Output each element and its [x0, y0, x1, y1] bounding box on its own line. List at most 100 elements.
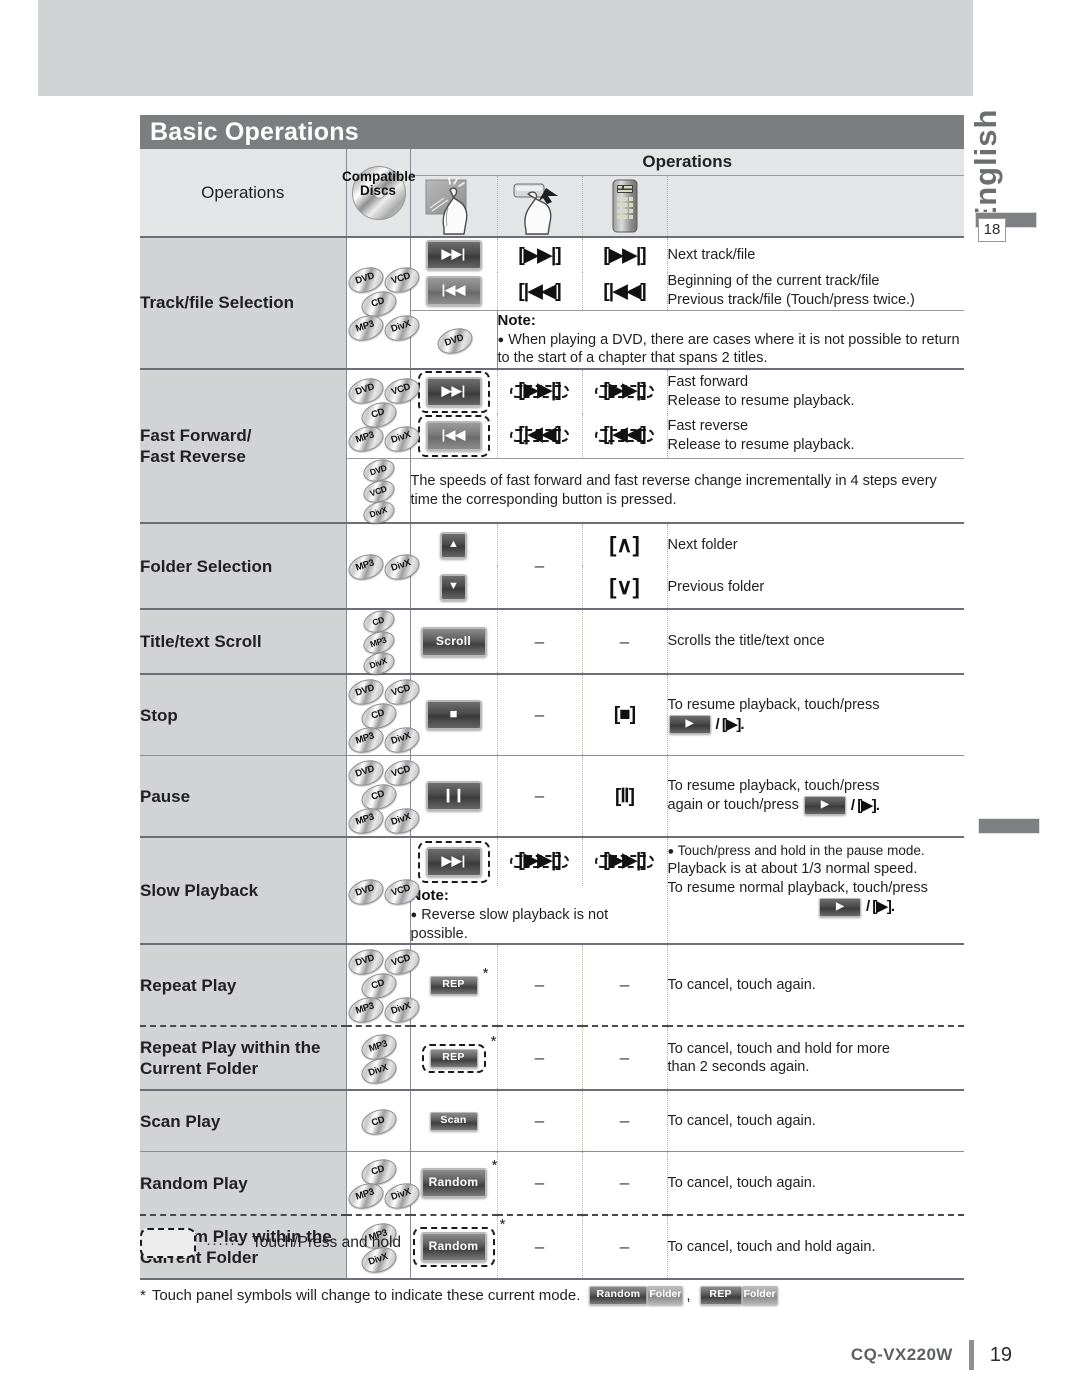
hold-indicator-sample: [140, 1228, 196, 1258]
slow-playback-button[interactable]: ▶▶|: [425, 847, 482, 878]
remote-repeat-folder-cell: –: [581, 1026, 667, 1091]
touch-next-track-cell[interactable]: ▶▶|: [409, 237, 497, 272]
touch-repeat-cell[interactable]: REP *: [409, 944, 497, 1027]
touch-fast-forward-cell[interactable]: ▶▶|: [409, 369, 497, 415]
desc-line: Next track/file: [667, 246, 756, 263]
table-row: Scan Play CD Scan – – To cancel, touch a…: [140, 1090, 964, 1152]
desc-line: again or touch/press ▶ / [▶].: [667, 796, 880, 816]
fast-forward-button[interactable]: ▶▶|: [425, 377, 482, 408]
play-remote-symbol: / [▶].: [865, 898, 895, 916]
remote-symbol-fast-forward: [▶▶|]: [603, 380, 646, 402]
discs-folder-selection: MP3 DivX: [344, 523, 423, 610]
panelbtn-pause-cell: –: [496, 755, 582, 838]
desc-random-play: To cancel, touch again.: [666, 1151, 964, 1216]
remote-symbol-fast-reverse: [|◀◀]: [603, 424, 646, 446]
prev-track-button[interactable]: |◀◀: [425, 276, 482, 306]
discs-pause: DVD VCD CD MP3 DivX: [344, 755, 423, 839]
remote-control-icon: [585, 176, 665, 236]
play-button-chip[interactable]: ▶: [818, 897, 861, 917]
disc-mp3: MP3: [344, 1179, 387, 1214]
panelbtn-prev-track-cell: [|◀◀]: [496, 272, 582, 311]
remote-pause-cell: [Ⅱ]: [581, 755, 667, 838]
touch-slow-playback-cell[interactable]: ▶▶|: [409, 837, 497, 887]
desc-pause: To resume playback, touch/press again or…: [666, 755, 964, 838]
hold-indicator: REP: [421, 1043, 486, 1073]
disc-dvd: DVD: [344, 945, 387, 980]
remote-random-cell: –: [581, 1151, 667, 1216]
row-label-repeat-play: Repeat Play: [140, 944, 346, 1027]
touch-scan-cell[interactable]: Scan: [409, 1090, 497, 1152]
desc-slow-playback: ● Touch/press and hold in the pause mode…: [666, 837, 964, 945]
stop-button[interactable]: ■: [425, 700, 482, 731]
panelbtn-scan-cell: –: [496, 1090, 582, 1152]
disc-mp3: MP3: [344, 311, 387, 346]
touch-panel-hand-icon: [414, 176, 494, 236]
row-label-repeat-within-folder: Repeat Play within the Current Folder: [140, 1026, 346, 1091]
desc-line: Release to resume playback.: [667, 437, 855, 454]
footnote-star: *: [491, 1157, 498, 1175]
disc-divx: DivX: [360, 648, 398, 679]
panelbtn-next-track-cell: [▶▶|]: [496, 237, 582, 272]
page-title: Basic Operations: [150, 118, 359, 146]
panel-symbol-prev-track: [|◀◀]: [518, 280, 561, 302]
scroll-button[interactable]: Scroll: [420, 626, 487, 657]
repeat-folder-button[interactable]: REP: [429, 1048, 478, 1068]
page-footer: CQ-VX220W 19: [0, 1340, 1040, 1370]
touch-folder-down-cell[interactable]: ▼: [409, 566, 497, 610]
discs-fast-forward-reverse: DVD VCD CD MP3 DivX: [344, 369, 423, 459]
touch-stop-cell[interactable]: ■: [409, 674, 497, 756]
touch-pause-cell[interactable]: ❙❙: [409, 755, 497, 838]
row-label-title-text-scroll: Title/text Scroll: [140, 609, 346, 675]
desc-line: To resume playback, touch/press: [667, 778, 880, 795]
play-button-chip[interactable]: ▶: [668, 715, 711, 735]
remote-stop-cell: [■]: [581, 674, 667, 756]
fast-reverse-button[interactable]: |◀◀: [425, 421, 482, 452]
legend-dots: ······: [206, 1234, 242, 1252]
scan-button[interactable]: Scan: [429, 1111, 478, 1131]
table-row: Fast Forward/ Fast Reverse DVD VCD CD MP3…: [140, 369, 964, 524]
operations-table: Operations Compatible Discs Operations T…: [140, 149, 964, 1282]
touch-random-cell[interactable]: Random *: [409, 1151, 498, 1216]
touch-repeat-folder-cell[interactable]: REP *: [409, 1026, 497, 1091]
remote-scroll-cell: –: [581, 609, 667, 675]
disc-divx: DivX: [380, 993, 423, 1028]
disc-divx: DivX: [380, 723, 423, 758]
discs-slow-playback: DVD VCD: [344, 837, 423, 945]
discs-repeat-within-folder: MP3 DivX: [345, 1026, 410, 1091]
desc-line: To cancel, touch and hold for more: [667, 1040, 890, 1057]
hold-indicator: [▶▶|]: [595, 851, 654, 870]
disc-divx: DivX: [380, 1179, 423, 1214]
disc-mp3: MP3: [344, 993, 387, 1028]
disc-cd: CD: [358, 1105, 400, 1140]
play-button-chip[interactable]: ▶: [803, 796, 846, 816]
hold-indicator: ▶▶|: [417, 841, 490, 884]
row-label-pause: Pause: [140, 755, 346, 838]
panelbtn-stop-cell: –: [496, 674, 582, 756]
desc-line: Fast forward: [667, 374, 749, 391]
desc-next-folder: Next folder: [666, 523, 964, 567]
desc-line: Fast reverse: [667, 418, 749, 435]
random-button[interactable]: Random: [420, 1168, 487, 1199]
touch-prev-track-cell[interactable]: |◀◀: [409, 272, 497, 311]
pause-button[interactable]: ❙❙: [425, 781, 482, 812]
touch-fast-reverse-cell[interactable]: |◀◀: [409, 414, 497, 459]
touch-scroll-cell[interactable]: Scroll: [409, 609, 497, 675]
desc-fast-forward: Fast forward Release to resume playback.: [666, 369, 964, 415]
folder-down-button[interactable]: ▼: [440, 573, 467, 601]
disc-divx: DivX: [380, 311, 423, 346]
folder-up-button[interactable]: ▲: [440, 531, 467, 559]
repeat-button[interactable]: REP: [429, 975, 478, 995]
legend-footnote-star: *: [140, 1287, 146, 1304]
remote-symbol-stop: [■]: [613, 704, 636, 726]
legend-hold-text: Touch/Press and hold: [251, 1234, 402, 1251]
desc-repeat-within-folder: To cancel, touch and hold for more than …: [666, 1026, 964, 1091]
table-row: Stop DVD VCD CD MP3 DivX ■ – [■] To resume…: [140, 674, 964, 758]
hold-indicator: [|◀◀]: [510, 425, 569, 444]
touch-folder-up-cell[interactable]: ▲: [409, 523, 497, 567]
desc-scan-play: To cancel, touch again.: [666, 1090, 964, 1152]
discs-scan-play: CD: [345, 1090, 410, 1152]
disc-divx: DivX: [358, 1054, 400, 1089]
legend-chip-random: Random: [589, 1286, 648, 1305]
next-track-button[interactable]: ▶▶|: [425, 240, 482, 270]
panelbtn-random-cell: –: [496, 1151, 582, 1216]
